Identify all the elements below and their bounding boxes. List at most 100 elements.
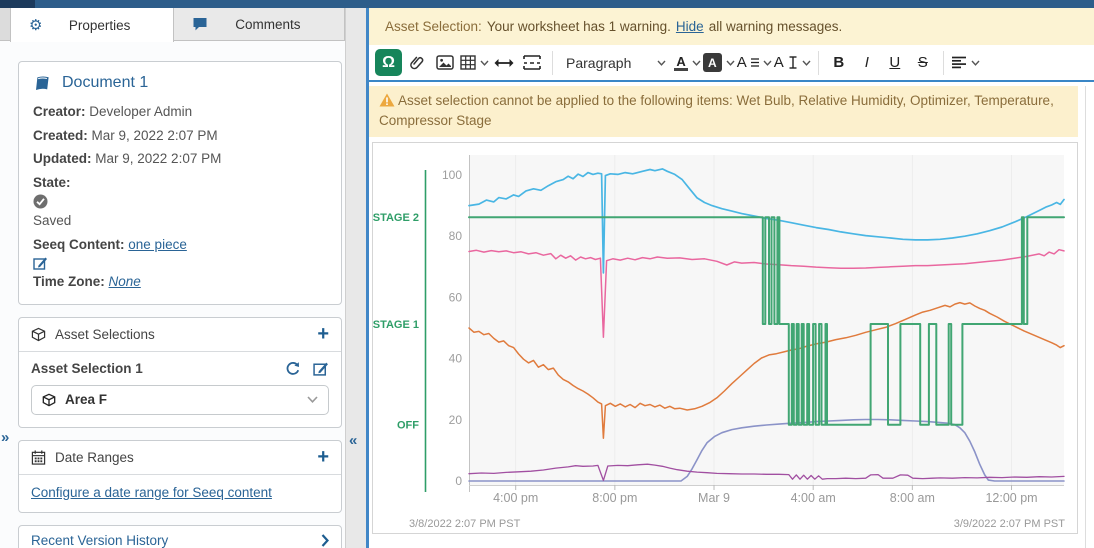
italic-button[interactable]: I <box>854 49 880 77</box>
time-zone-link[interactable]: None <box>109 274 141 289</box>
chevron-down-icon <box>971 60 980 66</box>
page-break-icon <box>523 55 541 70</box>
page-break-button[interactable] <box>519 49 545 77</box>
chevron-down-icon <box>763 60 772 66</box>
warning-banner: Asset Selection: Your worksheet has 1 wa… <box>369 8 1094 45</box>
cube-icon <box>31 327 46 342</box>
recent-version-history-button[interactable]: Recent Version History <box>18 525 342 548</box>
trend-chart[interactable]: 0 20 40 60 80 100 STAGE 2 STAGE 1 OFF 4:00 pm 8:00… <box>372 142 1078 534</box>
tab-properties-label: Properties <box>52 18 172 33</box>
tab-properties[interactable]: ⚙ Properties <box>10 8 174 42</box>
text-lines-icon <box>751 58 759 67</box>
top-header-bar <box>0 0 1094 8</box>
created-label: Created: <box>33 128 88 143</box>
y-tick-label: 80 <box>449 229 463 243</box>
state-label: State: <box>33 175 71 190</box>
full-width-button[interactable] <box>491 49 517 77</box>
stage-label: OFF <box>397 420 419 432</box>
stage-label: STAGE 2 <box>373 212 419 224</box>
strikethrough-button[interactable]: S <box>910 49 936 77</box>
created-value: Mar 9, 2022 2:07 PM <box>92 128 218 143</box>
table-icon <box>460 55 476 70</box>
y-tick-label: 60 <box>449 290 463 304</box>
link-icon <box>409 55 425 71</box>
panel-splitter[interactable]: « <box>345 8 366 548</box>
edit-icon[interactable] <box>33 256 48 270</box>
paragraph-style-value: Paragraph <box>566 55 631 71</box>
alignment-button[interactable] <box>951 49 980 77</box>
insert-link-button[interactable] <box>404 49 430 77</box>
configure-date-range-link[interactable]: Configure a date range for Seeq content <box>19 475 341 512</box>
font-family-icon: A <box>737 54 747 71</box>
asset-selections-title: Asset Selections <box>55 327 155 342</box>
collapse-panel-button[interactable]: « <box>349 432 357 449</box>
highlight-color-button[interactable]: A <box>703 49 735 77</box>
add-asset-selection-button[interactable]: + <box>317 327 329 341</box>
asset-selections-card: Asset Selections + Asset Selection 1 <box>18 317 342 428</box>
plot-background <box>469 155 1064 485</box>
bold-button[interactable]: B <box>826 49 852 77</box>
asset-dropdown-value: Area F <box>65 392 107 407</box>
range-end-label: 3/9/2022 2:07 PM PST <box>954 518 1066 530</box>
x-tick-label: 4:00 pm <box>493 491 538 505</box>
seeq-content-link[interactable]: one piece <box>128 237 187 252</box>
time-zone-label: Time Zone: <box>33 274 105 289</box>
saved-check-icon <box>33 194 48 209</box>
warning-triangle-icon <box>379 93 395 107</box>
edit-icon[interactable] <box>313 361 329 376</box>
height-bar-icon <box>788 56 798 69</box>
chevron-down-icon <box>657 60 666 66</box>
y-tick-label: 20 <box>449 413 463 427</box>
properties-panel: ⚙ Properties Comments Document 1 Creator… <box>0 8 345 548</box>
top-header-dark-segment <box>0 0 35 8</box>
asset-dropdown[interactable]: Area F <box>31 385 329 415</box>
creator-label: Creator: <box>33 104 86 119</box>
font-color-button[interactable]: A <box>674 49 700 77</box>
updated-row: Updated: Mar 9, 2022 2:07 PM <box>33 147 327 171</box>
add-date-range-button[interactable]: + <box>317 450 329 464</box>
expand-data-panel-button[interactable]: » <box>1 429 9 446</box>
y-tick-label: 40 <box>449 352 463 366</box>
align-left-icon <box>951 56 967 69</box>
font-family-button[interactable]: A <box>737 49 772 77</box>
underline-button[interactable]: U <box>882 49 908 77</box>
asset-selection-warning-text: Asset selection cannot be applied to the… <box>379 93 1054 128</box>
tab-comments-label: Comments <box>218 17 344 32</box>
seeq-content-label: Seeq Content: <box>33 237 125 252</box>
cube-icon <box>42 393 56 407</box>
comment-icon <box>192 17 208 32</box>
scrollbar-track[interactable] <box>1085 86 1086 548</box>
insert-seeq-content-button[interactable]: Ω <box>375 49 402 76</box>
x-tick-label: 8:00 pm <box>592 491 637 505</box>
time-zone-row: Time Zone: None <box>33 270 327 294</box>
insert-image-button[interactable] <box>432 49 458 77</box>
y-tick-label: 0 <box>455 474 462 488</box>
stage-label: STAGE 1 <box>373 319 419 331</box>
recent-version-history-label: Recent Version History <box>31 533 168 548</box>
asset-selections-header: Asset Selections + <box>19 318 341 352</box>
worksheet-region: Asset Selection: Your worksheet has 1 wa… <box>369 8 1094 548</box>
gear-icon: ⚙ <box>29 18 42 33</box>
panel-tabbar: ⚙ Properties Comments <box>0 8 345 41</box>
x-tick-label: Mar 9 <box>698 491 730 505</box>
x-tick-label: 8:00 am <box>890 491 935 505</box>
date-ranges-title: Date Ranges <box>55 450 134 465</box>
chevron-down-icon <box>480 60 489 66</box>
banner-message: Your worksheet has 1 warning. <box>487 19 671 34</box>
refresh-icon[interactable] <box>285 361 301 377</box>
font-size-button[interactable]: A <box>774 49 811 77</box>
created-row: Created: Mar 9, 2022 2:07 PM <box>33 124 327 148</box>
banner-suffix: all warning messages. <box>709 19 843 34</box>
asset-selection-row: Asset Selection 1 <box>31 361 329 377</box>
tab-comments[interactable]: Comments <box>174 8 345 40</box>
chevron-down-icon <box>692 60 701 66</box>
hide-warnings-link[interactable]: Hide <box>676 19 704 34</box>
paragraph-style-dropdown[interactable]: Paragraph <box>560 49 672 77</box>
highlight-color-icon: A <box>703 53 722 72</box>
editor-toolbar: Ω <box>369 45 1094 82</box>
toolbar-separator <box>943 51 944 75</box>
trend-chart-svg: 0 20 40 60 80 100 STAGE 2 STAGE 1 OFF 4:00 pm 8:00… <box>373 143 1077 533</box>
updated-value: Mar 9, 2022 2:07 PM <box>95 151 221 166</box>
y-tick-label: 100 <box>442 168 462 182</box>
insert-table-button[interactable] <box>460 49 489 77</box>
